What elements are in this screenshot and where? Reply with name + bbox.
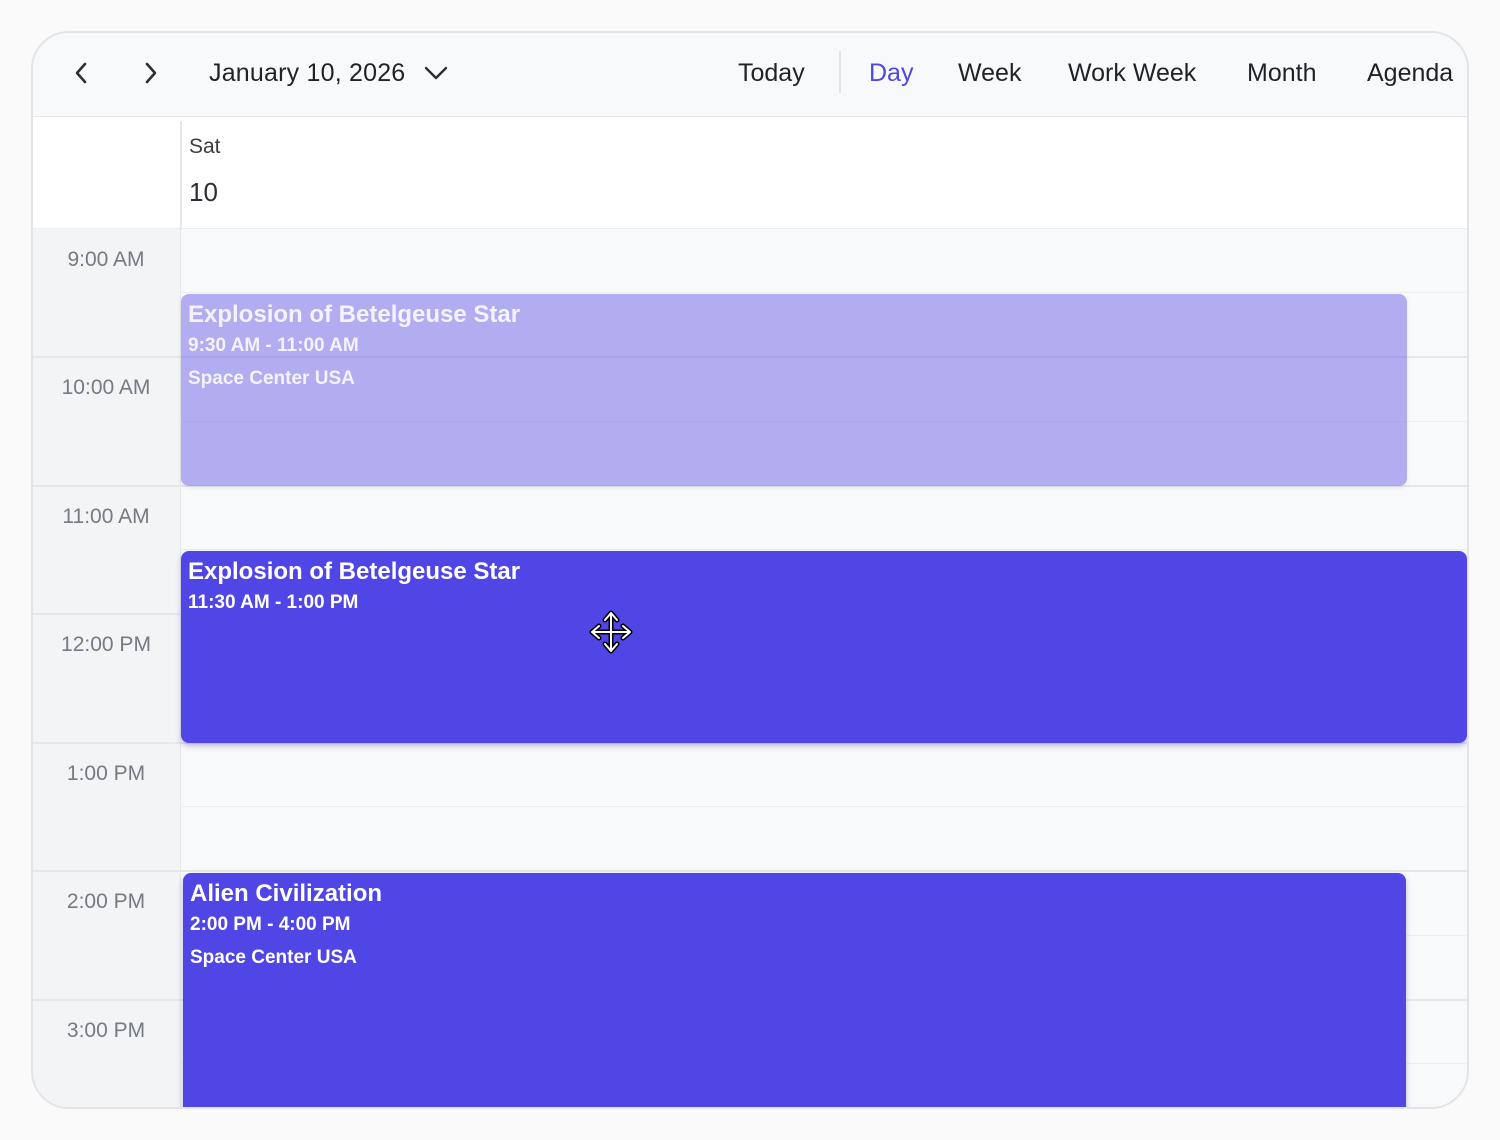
- scheduler-toolbar: January 10, 2026 Today Day Week Work Wee…: [33, 33, 1467, 117]
- event-alien-civilization[interactable]: Alien Civilization 2:00 PM - 4:00 PM Spa…: [183, 873, 1406, 1107]
- next-button[interactable]: [133, 55, 169, 91]
- time-label: 3:00 PM: [66, 1019, 146, 1042]
- time-gutter: [33, 229, 181, 1107]
- event-title: Explosion of Betelgeuse Star: [188, 558, 521, 585]
- view-month-button[interactable]: Month: [1247, 51, 1316, 95]
- day-header: Sat 10: [33, 117, 1467, 229]
- time-label: 11:00 AM: [62, 505, 150, 528]
- today-button[interactable]: Today: [738, 51, 805, 95]
- time-label: 2:00 PM: [66, 890, 146, 913]
- time-grid[interactable]: 9:00 AM 10:00 AM 11:00 AM 12:00 PM 1:00 …: [33, 229, 1467, 1107]
- event-time: 2:00 PM - 4:00 PM: [190, 914, 351, 935]
- day-number-link[interactable]: 10: [189, 177, 218, 208]
- event-location: Space Center USA: [188, 368, 355, 389]
- toolbar-divider: [839, 51, 841, 93]
- previous-button[interactable]: [63, 55, 99, 91]
- chevron-left-icon: [75, 62, 87, 84]
- date-range-picker[interactable]: January 10, 2026: [209, 51, 449, 95]
- chevron-down-icon: [423, 63, 449, 83]
- gutter-divider: [180, 121, 182, 229]
- day-name-label: Sat: [189, 135, 221, 158]
- time-label: 1:00 PM: [66, 762, 146, 785]
- chevron-right-icon: [145, 62, 157, 84]
- event-time: 9:30 AM - 11:00 AM: [188, 335, 359, 356]
- scheduler: January 10, 2026 Today Day Week Work Wee…: [31, 31, 1469, 1109]
- view-agenda-button[interactable]: Agenda: [1367, 51, 1453, 95]
- view-day-button[interactable]: Day: [869, 51, 913, 95]
- event-title: Explosion of Betelgeuse Star: [188, 301, 521, 328]
- view-week-button[interactable]: Week: [958, 51, 1021, 95]
- time-label: 12:00 PM: [61, 633, 151, 656]
- half-hour-line: [181, 292, 1467, 293]
- hour-line: [33, 870, 1467, 872]
- event-location: Space Center USA: [190, 947, 357, 968]
- event-title: Alien Civilization: [190, 880, 383, 907]
- view-work-week-button[interactable]: Work Week: [1068, 51, 1196, 95]
- half-hour-line: [181, 549, 1467, 550]
- event-drag-origin[interactable]: Explosion of Betelgeuse Star 9:30 AM - 1…: [181, 294, 1407, 486]
- half-hour-line: [181, 806, 1467, 807]
- current-date-label: January 10, 2026: [209, 58, 406, 87]
- time-label: 10:00 AM: [61, 376, 151, 399]
- time-label: 9:00 AM: [67, 248, 145, 271]
- event-dragging[interactable]: Explosion of Betelgeuse Star 11:30 AM - …: [181, 551, 1467, 743]
- event-time: 11:30 AM - 1:00 PM: [188, 592, 359, 613]
